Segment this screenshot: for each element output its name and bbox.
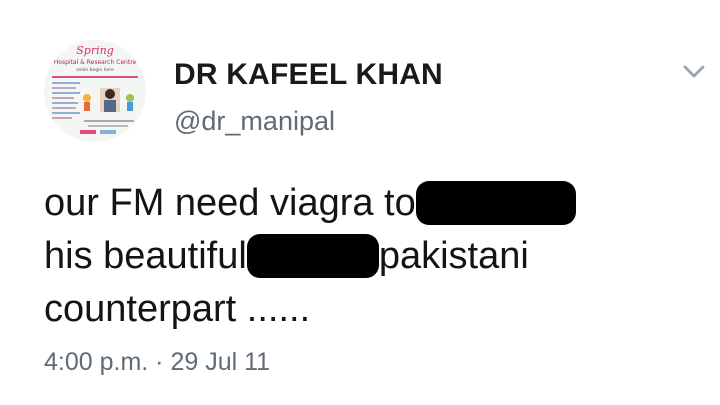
tweet-text-segment: pakistani [378,235,529,277]
avatar-logo-text: Spring [76,44,113,57]
tweet-card: Spring Hospital & Research Centre smile … [0,0,720,405]
author-handle[interactable]: @dr_manipal [174,106,335,137]
tweet-text-segment: counterpart ...... [44,288,311,330]
tweet-text-segment: our FM need viagra to [44,182,416,224]
tweet-timestamp[interactable]: 4:00 p.m. · 29 Jul 11 [44,348,270,377]
tweet-text: our FM need viagra to his beautiful pakis… [44,177,704,336]
redaction-block [246,234,379,278]
tweet-text-line-3: counterpart ...... [44,283,704,336]
tweet-text-line-1: our FM need viagra to [44,177,704,230]
avatar-image: Spring Hospital & Research Centre smile … [44,40,146,142]
tweet-text-segment: his beautiful [44,235,247,277]
avatar-tagline-text: smile begin here [76,67,114,73]
avatar[interactable]: Spring Hospital & Research Centre smile … [44,40,146,142]
tweet-text-line-2: his beautiful pakistani [44,230,704,283]
avatar-subtitle-text: Hospital & Research Centre [54,59,137,66]
author-display-name[interactable]: DR KAFEEL KHAN [174,58,443,92]
redaction-block [415,181,576,225]
chevron-down-icon[interactable] [680,60,708,82]
